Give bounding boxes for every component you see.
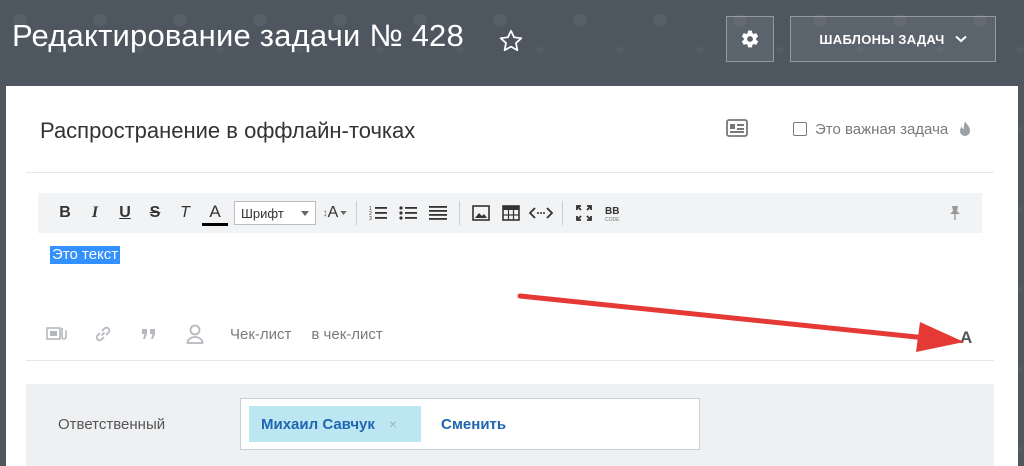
align-button[interactable]	[425, 199, 451, 227]
font-size-label: A	[327, 204, 339, 221]
bbcode-icon: BB CODE	[605, 206, 620, 222]
important-task-toggle[interactable]: Это важная задача	[793, 120, 972, 138]
svg-text:BB: BB	[605, 206, 619, 217]
underline-button[interactable]: U	[112, 199, 138, 227]
font-select[interactable]: Шрифт	[234, 201, 316, 225]
dropdown-arrow-icon	[301, 210, 309, 216]
font-size-button[interactable]: ↕ A	[322, 199, 348, 227]
italic-button[interactable]: I	[82, 199, 108, 227]
dropdown-arrow-icon	[340, 211, 348, 215]
page-title: Редактирование задачи № 428	[12, 18, 464, 53]
align-justify-icon	[429, 206, 447, 220]
responsible-field[interactable]: Михаил Савчук × Сменить	[240, 398, 700, 450]
editor-bottom-tools: Чек-лист в чек-лист	[46, 322, 403, 346]
bullet-list-button[interactable]	[395, 199, 421, 227]
responsible-name[interactable]: Михаил Савчук	[261, 416, 375, 433]
attach-file-button[interactable]	[46, 323, 68, 345]
bbcode-button[interactable]: BB CODE	[601, 199, 627, 227]
fullscreen-icon	[576, 205, 592, 221]
visual-editor-toggle[interactable]: A	[960, 328, 972, 348]
table-icon	[502, 205, 520, 221]
quote-icon	[142, 329, 155, 339]
task-templates-button[interactable]: ШАБЛОНЫ ЗАДАЧ	[790, 16, 996, 62]
bold-button[interactable]: B	[52, 199, 78, 227]
remove-responsible-icon[interactable]: ×	[389, 416, 397, 432]
toolbar-separator	[459, 201, 460, 225]
toolbar-separator	[356, 201, 357, 225]
flame-icon	[960, 121, 971, 136]
fullscreen-button[interactable]	[571, 199, 597, 227]
favorite-star-icon[interactable]	[498, 28, 524, 54]
settings-button[interactable]	[726, 16, 774, 62]
responsible-label: Ответственный	[58, 416, 166, 433]
task-templates-label: ШАБЛОНЫ ЗАДАЧ	[819, 31, 945, 47]
pin-icon	[950, 206, 960, 220]
svg-text:3: 3	[369, 216, 372, 221]
responsible-chip[interactable]: Михаил Савчук ×	[249, 406, 421, 442]
code-icon	[529, 207, 553, 219]
editor-selected-text[interactable]: Это текст	[50, 246, 121, 264]
toolbar-separator	[562, 201, 563, 225]
divider	[26, 360, 994, 361]
to-checklist-link[interactable]: в чек-лист	[311, 326, 382, 343]
important-label: Это важная задача	[815, 120, 949, 138]
link-icon	[95, 326, 111, 342]
important-checkbox[interactable]	[793, 122, 807, 136]
task-title[interactable]: Распространение в оффлайн-точках	[40, 118, 415, 144]
id-card-icon[interactable]	[726, 119, 748, 137]
chevron-down-icon	[954, 35, 967, 43]
checklist-link[interactable]: Чек-лист	[230, 326, 291, 343]
attach-file-icon	[46, 327, 67, 340]
top-bar: Редактирование задачи № 428 ШАБЛОНЫ ЗАДА…	[0, 0, 1024, 86]
change-responsible-link[interactable]: Сменить	[441, 416, 506, 433]
editor-toolbar: B I U S T A Шрифт ↕ A 1 2 3 BB CODE	[38, 193, 982, 233]
image-icon	[472, 205, 490, 221]
gear-icon	[741, 30, 759, 48]
pin-toolbar-button[interactable]	[942, 199, 968, 227]
insert-link-button[interactable]	[92, 323, 114, 345]
insert-quote-button[interactable]	[138, 323, 160, 345]
numbered-list-button[interactable]: 1 2 3	[365, 199, 391, 227]
font-select-value: Шрифт	[241, 205, 284, 221]
clear-format-button[interactable]: T	[172, 199, 198, 227]
insert-table-button[interactable]	[498, 199, 524, 227]
task-edit-panel: Распространение в оффлайн-точках Это важ…	[6, 86, 1018, 466]
svg-text:CODE: CODE	[605, 217, 620, 222]
insert-code-button[interactable]	[528, 199, 554, 227]
bullet-list-icon	[399, 206, 417, 220]
divider	[26, 172, 994, 173]
user-icon	[186, 324, 204, 344]
mention-user-button[interactable]	[184, 323, 206, 345]
text-color-button[interactable]: A	[202, 201, 228, 226]
strikethrough-button[interactable]: S	[142, 199, 168, 227]
numbered-list-icon: 1 2 3	[369, 206, 387, 221]
insert-image-button[interactable]	[468, 199, 494, 227]
